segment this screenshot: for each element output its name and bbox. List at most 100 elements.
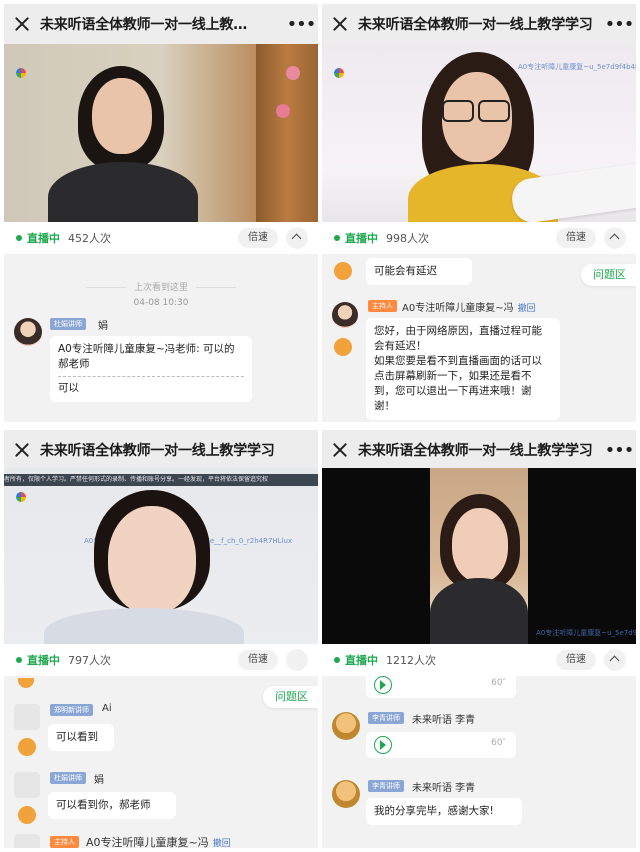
quote-divider: [58, 376, 244, 377]
page-title: 未来听语全体教师一对一线上教学学习: [358, 443, 593, 459]
chat-message: 可以看到你，郝老师: [48, 792, 176, 819]
chat-area[interactable]: 上次看到这里 04-08 10:30 杜娟讲师 娟 A0专注听障儿童康复~冯老师…: [4, 256, 318, 422]
brand-logo: [334, 68, 368, 86]
close-icon[interactable]: [330, 14, 350, 34]
speed-button[interactable]: 倍速: [556, 228, 596, 248]
chat-message: 我的分享完毕，感谢大家!: [366, 798, 522, 825]
reply-text: 可以: [58, 382, 79, 394]
chat-area[interactable]: 可能会有延迟 问题区 主持人 A0专注听障儿童康复~冯 撤回 您好，由于网络原因，…: [322, 256, 636, 422]
live-status-bar: 直播中 1212人次 倍速: [322, 644, 636, 676]
live-panel-4: 未来听语全体教师一对一线上教学学习 ••• A0专注听障儿童康复~u_5e7d9…: [322, 430, 636, 848]
close-icon[interactable]: [12, 14, 32, 34]
avatar-badge-icon: [334, 338, 352, 356]
decoration-flower: [286, 66, 300, 80]
role-badge: 主持人: [50, 836, 79, 848]
viewer-count: 797人次: [68, 654, 111, 667]
avatar[interactable]: [334, 262, 352, 280]
message-timestamp: 04-08 10:30: [133, 298, 189, 308]
sender-name: 娟: [98, 321, 108, 332]
decoration-flower: [276, 104, 290, 118]
title-bar: 未来听语全体教师一对一线上教学学习 •••: [322, 4, 636, 44]
copyright-ticker: 者所有，仅限个人学习。严禁任何形式的录制、传播和账号分享。一经发现，平台将依法保…: [4, 474, 318, 486]
voice-message[interactable]: 60″: [366, 676, 516, 698]
chevron-up-icon[interactable]: [286, 649, 308, 671]
avatar[interactable]: [14, 834, 40, 848]
avatar[interactable]: [14, 318, 42, 346]
role-badge: 李青讲师: [368, 780, 404, 792]
avatar-badge-icon: [18, 738, 36, 756]
live-indicator-icon: [334, 657, 340, 663]
title-bar: 未来听语全体教师一对一线上教… •••: [4, 4, 318, 44]
close-icon[interactable]: [330, 440, 350, 460]
avatar[interactable]: [332, 712, 360, 740]
chat-message: A0专注听障儿童康复~冯老师: 可以的郝老师 可以: [50, 336, 252, 402]
viewer-count: 1212人次: [386, 654, 436, 667]
voice-duration: 60″: [491, 678, 506, 688]
live-label: 直播中: [27, 654, 60, 667]
role-badge: 李青讲师: [368, 712, 404, 724]
page-title: 未来听语全体教师一对一线上教…: [40, 17, 247, 33]
qa-area-button[interactable]: 问题区: [581, 264, 636, 286]
live-status-bar: 直播中 452人次 倍速: [4, 222, 318, 254]
speed-button[interactable]: 倍速: [238, 650, 278, 670]
chevron-up-icon[interactable]: [604, 649, 626, 671]
sender-name: A0专注听障儿童康复~冯 撤回: [86, 836, 231, 848]
live-panel-2: 未来听语全体教师一对一线上教学学习 ••• A0专注听障儿童康复~u_5e7d9…: [322, 4, 636, 422]
avatar[interactable]: [332, 302, 358, 328]
sender-name: A0专注听障儿童康复~冯 撤回: [402, 303, 536, 314]
live-video[interactable]: A0专注听障儿童康复~u_5e7d9f4b4b7e: [322, 44, 636, 222]
play-icon[interactable]: [374, 676, 392, 694]
avatar[interactable]: [14, 704, 40, 730]
sender-name: 娟: [94, 775, 104, 786]
last-seen-divider: 上次看到这里: [4, 280, 318, 293]
play-icon[interactable]: [374, 736, 392, 754]
role-badge: 杜娟讲师: [50, 772, 86, 784]
role-badge: 主持人: [368, 300, 397, 312]
voice-message[interactable]: 60″: [366, 732, 516, 758]
live-label: 直播中: [345, 232, 378, 245]
live-indicator-icon: [16, 235, 22, 241]
live-video[interactable]: 者所有，仅限个人学习。严禁任何形式的录制、传播和账号分享。一经发现，平台将依法保…: [4, 468, 318, 644]
avatar[interactable]: [14, 772, 40, 798]
recall-link[interactable]: 撤回: [518, 304, 536, 314]
voice-duration: 60″: [491, 738, 506, 748]
avatar-badge-icon: [18, 806, 36, 824]
chevron-up-icon[interactable]: [286, 227, 308, 249]
video-watermark: A0专注听障儿童康复~u_5e7d9f4b4b7e: [518, 63, 636, 71]
chat-message: 您好，由于网络原因，直播过程可能会有延迟！ 如果您要是看不到直播画面的话可以点击…: [366, 318, 560, 420]
live-label: 直播中: [27, 232, 60, 245]
qa-area-button[interactable]: 问题区: [263, 686, 318, 708]
quoted-text: A0专注听障儿童康复~冯老师: 可以的郝老师: [58, 343, 235, 370]
video-watermark: A0专注听障儿童康复~u_5e7d9f4b: [536, 629, 636, 637]
brand-logo: [16, 68, 50, 86]
brand-logo: [16, 492, 50, 510]
chat-area[interactable]: 问题区 郑明新讲师 Ai 可以看到 杜娟讲师 娟 可以看到你，郝老师 主持人 A…: [4, 676, 318, 848]
live-panel-3: 未来听语全体教师一对一线上教学学习 者所有，仅限个人学习。严禁任何形式的录制、传…: [4, 430, 318, 848]
live-video[interactable]: [4, 44, 318, 222]
chat-area[interactable]: 60″ 李青讲师 未来听语 李青 60″ 李青讲师 未来听语 李青 我的分享完毕…: [322, 676, 636, 848]
sender-name: 未来听语 李青: [412, 715, 476, 726]
sender-name: 未来听语 李青: [412, 783, 476, 794]
close-icon[interactable]: [12, 440, 32, 460]
avatar[interactable]: [332, 780, 360, 808]
more-options-icon[interactable]: •••: [284, 14, 318, 35]
live-indicator-icon: [334, 235, 340, 241]
title-bar: 未来听语全体教师一对一线上教学学习: [4, 430, 318, 470]
live-indicator-icon: [16, 657, 22, 663]
title-bar: 未来听语全体教师一对一线上教学学习 •••: [322, 430, 636, 470]
avatar: [18, 678, 34, 688]
chat-message: 可以看到: [48, 724, 114, 751]
speed-button[interactable]: 倍速: [556, 650, 596, 670]
sender-name: Ai: [102, 703, 112, 714]
recall-link[interactable]: 撤回: [213, 839, 231, 848]
chat-message: 可能会有延迟: [366, 258, 472, 285]
live-video[interactable]: A0专注听障儿童康复~u_5e7d9f4b: [322, 468, 636, 644]
chevron-up-icon[interactable]: [604, 227, 626, 249]
speed-button[interactable]: 倍速: [238, 228, 278, 248]
more-options-icon[interactable]: •••: [602, 440, 636, 461]
page-title: 未来听语全体教师一对一线上教学学习: [40, 443, 275, 459]
live-label: 直播中: [345, 654, 378, 667]
live-panel-1: 未来听语全体教师一对一线上教… ••• 直播中 452人次 倍速 上次看到这里 …: [4, 4, 318, 422]
viewer-count: 998人次: [386, 232, 429, 245]
more-options-icon[interactable]: •••: [602, 14, 636, 35]
